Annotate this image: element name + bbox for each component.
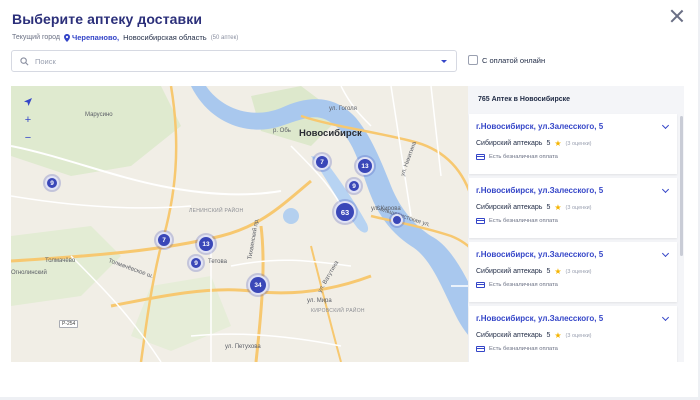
current-city-label: Текущий город bbox=[12, 34, 60, 41]
pharmacy-chain: Сибирский аптекарь bbox=[476, 332, 543, 339]
search-field[interactable] bbox=[11, 50, 457, 72]
payment-info: Есть безналичная оплата bbox=[476, 154, 558, 160]
pharmacy-meta: Сибирский аптекарь 5 ★ (3 оценки) bbox=[476, 203, 592, 212]
map-cluster[interactable]: 7 bbox=[156, 232, 172, 248]
map-marker[interactable] bbox=[391, 214, 403, 226]
online-payment-checkbox[interactable] bbox=[468, 55, 478, 65]
pharmacy-select-modal: Выберите аптеку доставки Текущий город Ч… bbox=[0, 0, 698, 397]
map-cluster[interactable]: 7 bbox=[314, 154, 330, 170]
pharmacy-list-header: 765 Аптек в Новосибирске bbox=[478, 96, 571, 103]
payment-info: Есть безналичная оплата bbox=[476, 346, 558, 352]
map-label-tolmachevo: Толмачёво bbox=[45, 258, 76, 264]
map-cluster[interactable]: 34 bbox=[248, 275, 268, 295]
star-icon: ★ bbox=[554, 203, 562, 212]
pharmacy-rating: 5 bbox=[546, 268, 551, 275]
payment-info: Есть безналичная оплата bbox=[476, 282, 558, 288]
chevron-down-icon[interactable] bbox=[661, 249, 670, 258]
zoom-in-icon[interactable]: + bbox=[19, 112, 37, 128]
close-icon[interactable] bbox=[670, 9, 684, 23]
pharmacy-reviews: (3 оценки) bbox=[565, 204, 592, 211]
current-city-row: Текущий город Черепаново, Новосибирская … bbox=[12, 33, 238, 42]
pharmacy-address: г.Новосибирск, ул.Залесского, 5 bbox=[476, 186, 604, 195]
chevron-down-icon[interactable] bbox=[661, 121, 670, 130]
map-cluster[interactable]: 63 bbox=[334, 201, 356, 223]
city-selector-link[interactable]: Черепаново, bbox=[63, 33, 120, 42]
pharmacy-rating: 5 bbox=[546, 332, 551, 339]
pharmacy-count: (50 аптек) bbox=[210, 34, 239, 41]
credit-card-icon bbox=[476, 346, 485, 352]
road-number-badge: Р-254 bbox=[59, 320, 79, 328]
pharmacy-reviews: (3 оценки) bbox=[565, 268, 592, 275]
pharmacy-address: г.Новосибирск, ул.Залесского, 5 bbox=[476, 250, 604, 259]
list-scrollbar[interactable] bbox=[680, 116, 683, 256]
pharmacy-chain: Сибирский аптекарь bbox=[476, 140, 543, 147]
pharmacy-meta: Сибирский аптекарь 5 ★ (3 оценки) bbox=[476, 331, 592, 340]
pharmacy-chain: Сибирский аптекарь bbox=[476, 204, 543, 211]
map-label-mira: ул. Мира bbox=[307, 298, 332, 304]
pharmacy-rating: 5 bbox=[546, 204, 551, 211]
zoom-out-icon[interactable]: − bbox=[19, 130, 37, 146]
pharmacy-address: г.Новосибирск, ул.Залесского, 5 bbox=[476, 122, 604, 131]
pharmacy-card[interactable]: г.Новосибирск, ул.Залесского, 5 Сибирски… bbox=[469, 306, 677, 362]
payment-label: Есть безналичная оплата bbox=[489, 218, 558, 224]
credit-card-icon bbox=[476, 282, 485, 288]
region-name: Новосибирская область bbox=[123, 33, 207, 42]
map-cluster[interactable]: 9 bbox=[45, 176, 59, 190]
map-cluster[interactable]: 13 bbox=[197, 235, 215, 253]
map-cluster[interactable]: 13 bbox=[356, 157, 374, 175]
map-label-gogol: ул. Гоголя bbox=[329, 106, 357, 112]
credit-card-icon bbox=[476, 154, 485, 160]
pharmacy-card[interactable]: г.Новосибирск, ул.Залесского, 5 Сибирски… bbox=[469, 242, 677, 302]
pharmacy-reviews: (3 оценки) bbox=[565, 332, 592, 339]
modal-title: Выберите аптеку доставки bbox=[12, 11, 203, 27]
location-pin-icon bbox=[63, 33, 70, 42]
chevron-down-icon[interactable] bbox=[661, 313, 670, 322]
dropdown-arrow-icon[interactable] bbox=[441, 60, 447, 63]
map-cluster[interactable]: 9 bbox=[189, 256, 203, 270]
pharmacy-card[interactable]: г.Новосибирск, ул.Залесского, 5 Сибирски… bbox=[469, 178, 677, 238]
map-label-ob: р. Обь bbox=[273, 128, 291, 134]
city-name: Черепаново, bbox=[71, 33, 120, 42]
map-cluster[interactable]: 9 bbox=[347, 179, 361, 193]
star-icon: ★ bbox=[554, 331, 562, 340]
map-label-lenin-district: ЛЕНИНСКИЙ РАЙОН bbox=[189, 208, 244, 214]
online-payment-label: С оплатой онлайн bbox=[482, 55, 546, 65]
online-payment-filter[interactable]: С оплатой онлайн bbox=[468, 55, 545, 65]
payment-label: Есть безналичная оплата bbox=[489, 346, 558, 352]
pharmacy-rating: 5 bbox=[546, 140, 551, 147]
payment-label: Есть безналичная оплата bbox=[489, 154, 558, 160]
map-label-ogno: Огнолинский bbox=[11, 270, 47, 276]
star-icon: ★ bbox=[554, 139, 562, 148]
map-city-label: Новосибирск bbox=[299, 128, 362, 139]
map-label-kirov-district: КИРОВСКИЙ РАЙОН bbox=[311, 308, 365, 314]
pharmacy-meta: Сибирский аптекарь 5 ★ (3 оценки) bbox=[476, 139, 592, 148]
pharmacy-chain: Сибирский аптекарь bbox=[476, 268, 543, 275]
chevron-down-icon[interactable] bbox=[661, 185, 670, 194]
payment-info: Есть безналичная оплата bbox=[476, 218, 558, 224]
map-label-tetiva: Тетова bbox=[208, 259, 227, 265]
pharmacy-reviews: (3 оценки) bbox=[565, 140, 592, 147]
star-icon: ★ bbox=[554, 267, 562, 276]
pharmacy-meta: Сибирский аптекарь 5 ★ (3 оценки) bbox=[476, 267, 592, 276]
payment-label: Есть безналичная оплата bbox=[489, 282, 558, 288]
pharmacy-list-panel: 765 Аптек в Новосибирске г.Новосибирск, … bbox=[468, 86, 684, 362]
pharmacy-address: г.Новосибирск, ул.Залесского, 5 bbox=[476, 314, 604, 323]
search-icon bbox=[20, 56, 29, 65]
pharmacy-card[interactable]: г.Новосибирск, ул.Залесского, 5 Сибирски… bbox=[469, 114, 677, 174]
locate-me-icon[interactable] bbox=[19, 94, 37, 110]
credit-card-icon bbox=[476, 218, 485, 224]
map-label-marusino: Марусино bbox=[85, 112, 113, 118]
map-label-petukhova: ул. Петухова bbox=[225, 344, 261, 350]
search-input[interactable] bbox=[35, 56, 435, 66]
